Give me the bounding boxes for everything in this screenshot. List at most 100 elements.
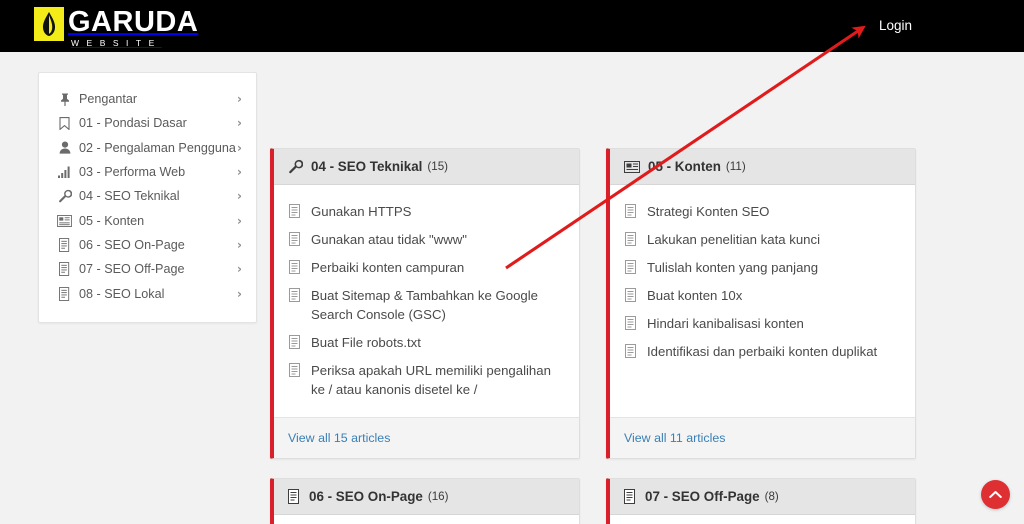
sidebar-item-label: 04 - SEO Teknikal xyxy=(79,189,180,204)
article-link[interactable]: Buat File robots.txt xyxy=(288,328,565,356)
chevron-right-icon: › xyxy=(237,92,242,107)
document-icon xyxy=(288,489,301,504)
card-article-count: (16) xyxy=(427,490,449,503)
article-title: Perbaiki konten campuran xyxy=(311,259,465,275)
view-all-link[interactable]: View all 11 articles xyxy=(624,431,725,445)
card-seo-offpage: 07 - SEO Off-Page (8) xyxy=(606,478,916,524)
sidebar-item-pengalaman-pengguna[interactable]: 02 - Pengalaman Pengguna › xyxy=(39,136,256,160)
document-icon xyxy=(624,231,639,246)
article-title: Buat File robots.txt xyxy=(311,334,421,350)
article-title: Hindari kanibalisasi konten xyxy=(647,315,804,331)
sidebar-item-seo-on-page[interactable]: 06 - SEO On-Page › xyxy=(39,233,256,257)
document-icon xyxy=(624,287,639,302)
chevron-right-icon: › xyxy=(237,262,242,277)
chevron-right-icon: › xyxy=(237,237,242,252)
card-title: 06 - SEO On-Page xyxy=(309,489,423,504)
document-icon xyxy=(624,343,639,358)
document-icon xyxy=(288,203,303,218)
card-konten: 05 - Konten (11) Strategi Konten SEO Lak… xyxy=(606,148,916,459)
chevron-up-icon xyxy=(989,490,1002,499)
article-link[interactable]: Hindari kanibalisasi konten xyxy=(624,309,901,337)
document-icon xyxy=(57,262,72,277)
article-title: Buat konten 10x xyxy=(647,287,743,303)
sidebar-item-pondasi-dasar[interactable]: 01 - Pondasi Dasar › xyxy=(39,111,256,135)
document-icon xyxy=(624,259,639,274)
card-header[interactable]: 07 - SEO Off-Page (8) xyxy=(610,479,915,515)
card-article-count: (11) xyxy=(725,160,746,173)
card-title: 05 - Konten xyxy=(648,159,721,174)
view-all-link[interactable]: View all 15 articles xyxy=(288,431,390,445)
document-icon xyxy=(288,362,303,377)
bookmark-icon xyxy=(57,116,72,130)
sidebar-item-seo-teknikal[interactable]: 04 - SEO Teknikal › xyxy=(39,184,256,208)
sidebar-item-pengantar[interactable]: Pengantar › xyxy=(39,87,256,111)
card-header[interactable]: 06 - SEO On-Page (16) xyxy=(274,479,579,515)
card-body xyxy=(610,515,915,524)
brand-subtitle: WEBSITE xyxy=(71,38,162,48)
document-icon xyxy=(288,259,303,274)
article-link[interactable]: Strategi Konten SEO xyxy=(624,197,901,225)
chevron-right-icon: › xyxy=(237,140,242,155)
article-link[interactable]: Tulislah konten yang panjang xyxy=(624,253,901,281)
document-icon xyxy=(288,287,303,302)
wrench-icon xyxy=(288,159,303,174)
pin-icon xyxy=(57,93,72,106)
card-row-bottom: 06 - SEO On-Page (16) 07 - SEO Off-Page … xyxy=(270,478,916,524)
article-link[interactable]: Lakukan penelitian kata kunci xyxy=(624,225,901,253)
article-link[interactable]: Periksa apakah URL memiliki pengalihan k… xyxy=(288,356,565,403)
chevron-right-icon: › xyxy=(237,286,242,301)
sidebar-item-label: 05 - Konten xyxy=(79,213,145,228)
article-title: Lakukan penelitian kata kunci xyxy=(647,231,821,247)
top-navigation-bar: GARUDA WEBSITE Login xyxy=(0,0,1024,52)
bottom-partial-card-row: 06 - SEO On-Page (16) 07 - SEO Off-Page … xyxy=(270,478,916,524)
sidebar-item-seo-off-page[interactable]: 07 - SEO Off-Page › xyxy=(39,257,256,281)
sidebar-item-performa-web[interactable]: 03 - Performa Web › xyxy=(39,160,256,184)
sidebar-item-label: 01 - Pondasi Dasar xyxy=(79,116,187,131)
card-grid: 04 - SEO Teknikal (15) Gunakan HTTPS Gun… xyxy=(270,148,916,485)
chevron-right-icon: › xyxy=(237,116,242,131)
login-link[interactable]: Login xyxy=(879,18,912,33)
card-article-count: (8) xyxy=(764,490,779,503)
card-header[interactable]: 04 - SEO Teknikal (15) xyxy=(274,149,579,185)
article-title: Gunakan atau tidak "www" xyxy=(311,231,467,247)
card-title: 07 - SEO Off-Page xyxy=(645,489,760,504)
sidebar-item-label: 07 - SEO Off-Page xyxy=(79,262,185,277)
newspaper-icon xyxy=(624,160,640,174)
wrench-icon xyxy=(57,189,72,203)
sidebar-navigation: Pengantar › 01 - Pondasi Dasar › 02 - Pe… xyxy=(38,72,257,323)
article-link[interactable]: Buat Sitemap & Tambahkan ke Google Searc… xyxy=(288,281,565,328)
chevron-right-icon: › xyxy=(237,189,242,204)
article-link[interactable]: Gunakan HTTPS xyxy=(288,197,565,225)
card-body: Gunakan HTTPS Gunakan atau tidak "www" P… xyxy=(274,185,579,417)
article-title: Identifikasi dan perbaiki konten duplika… xyxy=(647,343,878,359)
card-title: 04 - SEO Teknikal xyxy=(311,159,423,174)
sidebar-item-konten[interactable]: 05 - Konten › xyxy=(39,208,256,232)
site-logo[interactable]: GARUDA WEBSITE xyxy=(34,5,198,48)
article-title: Gunakan HTTPS xyxy=(311,203,412,219)
article-title: Buat Sitemap & Tambahkan ke Google Searc… xyxy=(311,287,539,322)
article-title: Strategi Konten SEO xyxy=(647,203,770,219)
sidebar-item-label: 03 - Performa Web xyxy=(79,165,186,180)
card-seo-teknikal: 04 - SEO Teknikal (15) Gunakan HTTPS Gun… xyxy=(270,148,580,459)
sidebar-item-label: 02 - Pengalaman Pengguna xyxy=(79,140,236,155)
document-icon xyxy=(57,286,72,301)
article-link[interactable]: Buat konten 10x xyxy=(624,281,901,309)
sidebar-item-label: 06 - SEO On-Page xyxy=(79,237,185,252)
article-link[interactable]: Perbaiki konten campuran xyxy=(288,253,565,281)
brand-name: GARUDA xyxy=(68,6,199,38)
article-title: Periksa apakah URL memiliki pengalihan k… xyxy=(311,362,551,397)
card-header[interactable]: 05 - Konten (11) xyxy=(610,149,915,185)
article-link[interactable]: Identifikasi dan perbaiki konten duplika… xyxy=(624,337,901,365)
sidebar-item-label: 08 - SEO Lokal xyxy=(79,286,165,301)
sidebar-item-label: Pengantar xyxy=(79,92,138,107)
sidebar-item-seo-lokal[interactable]: 08 - SEO Lokal › xyxy=(39,281,256,305)
chevron-right-icon: › xyxy=(237,213,242,228)
document-icon xyxy=(288,231,303,246)
card-footer: View all 11 articles xyxy=(610,417,915,458)
card-row-main: 04 - SEO Teknikal (15) Gunakan HTTPS Gun… xyxy=(270,148,916,459)
scroll-to-top-button[interactable] xyxy=(981,480,1010,509)
card-body xyxy=(274,515,579,524)
document-icon xyxy=(57,237,72,252)
article-link[interactable]: Gunakan atau tidak "www" xyxy=(288,225,565,253)
document-icon xyxy=(288,334,303,349)
